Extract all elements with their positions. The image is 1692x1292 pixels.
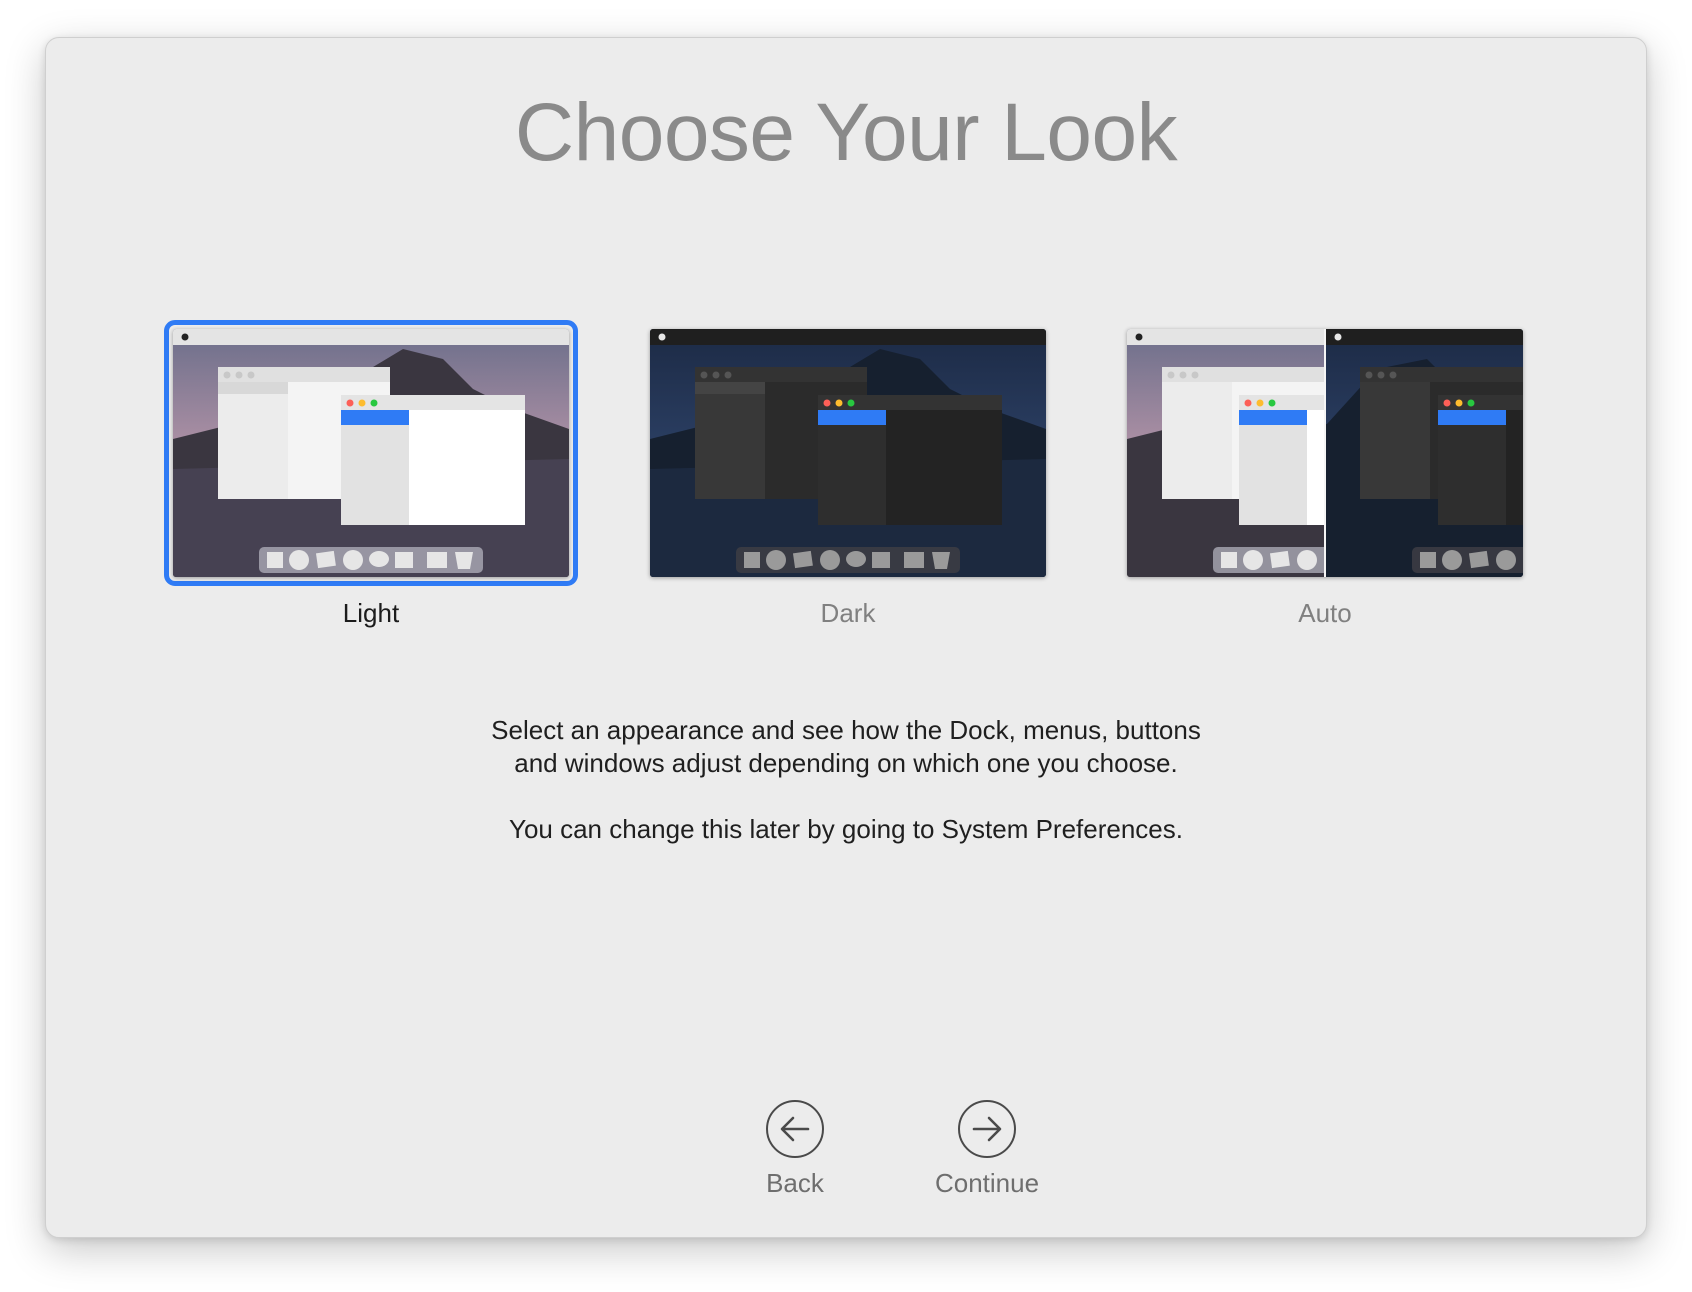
auto-preview-thumbnail	[1127, 329, 1523, 577]
description-line: Select an appearance and see how the Doc…	[491, 715, 1201, 745]
dark-preview-thumbnail	[650, 329, 1046, 577]
setup-assistant-window: Choose Your Look Light Dark Auto Select …	[45, 37, 1647, 1238]
apple-menu-icon	[181, 333, 189, 341]
preferences-note: You can change this later by going to Sy…	[509, 814, 1183, 844]
arrow-right-circle-icon[interactable]	[958, 1100, 1016, 1158]
back-button[interactable]: Back	[715, 1100, 875, 1199]
appearance-option-auto[interactable]: Auto	[1118, 320, 1532, 629]
page-title: Choose Your Look	[514, 87, 1178, 178]
selection-ring	[164, 320, 578, 586]
option-label: Light	[342, 598, 400, 628]
back-label[interactable]: Back	[715, 1168, 875, 1199]
continue-label[interactable]: Continue	[907, 1168, 1067, 1199]
selection-ring	[1118, 320, 1532, 586]
continue-button[interactable]: Continue	[907, 1100, 1067, 1199]
apple-menu-icon	[658, 333, 666, 341]
appearance-option-dark[interactable]: Dark	[641, 320, 1055, 629]
option-label: Dark	[820, 598, 876, 628]
arrow-left-circle-icon[interactable]	[766, 1100, 824, 1158]
description-text: Select an appearance and see how the Doc…	[46, 714, 1646, 780]
light-preview-thumbnail	[173, 329, 569, 577]
description-line: and windows adjust depending on which on…	[514, 748, 1178, 778]
selection-ring	[641, 320, 1055, 586]
option-label: Auto	[1298, 598, 1352, 628]
appearance-option-light[interactable]: Light	[164, 320, 578, 629]
